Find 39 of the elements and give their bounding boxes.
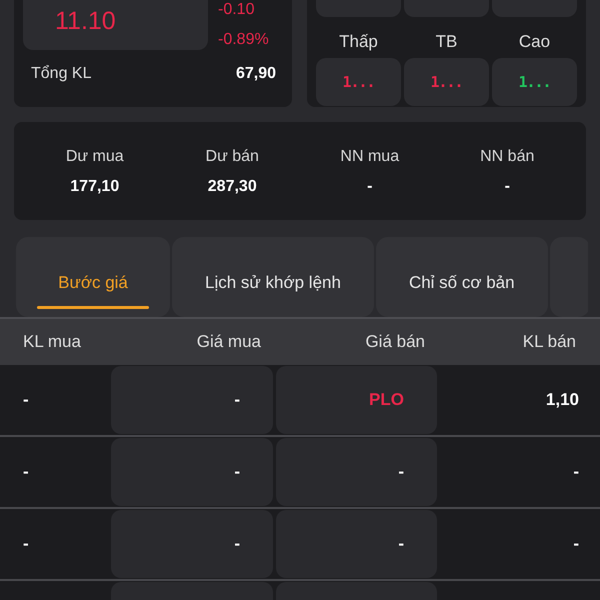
range-value: 1... bbox=[518, 73, 551, 91]
cell-value: - bbox=[234, 389, 240, 411]
column-header: KL mua bbox=[22, 331, 82, 353]
summary-value: - bbox=[504, 177, 510, 197]
last-price: 11.10 bbox=[55, 6, 116, 36]
cell-value: - bbox=[234, 461, 240, 483]
tab[interactable] bbox=[550, 237, 588, 317]
summary-value: - bbox=[367, 177, 372, 197]
tab[interactable]: Bước giá bbox=[16, 237, 170, 317]
cell-value: - bbox=[234, 533, 240, 555]
summary-value: 177,10 bbox=[70, 177, 120, 197]
summary-label: NN mua bbox=[340, 147, 400, 167]
cell-value: PLO bbox=[369, 389, 404, 411]
cell-value: - bbox=[23, 461, 29, 483]
cell-value: - bbox=[398, 533, 404, 555]
cell-value: - bbox=[573, 461, 579, 483]
summary-label: Dư bán bbox=[206, 147, 259, 167]
tab[interactable]: Lịch sử khớp lệnh bbox=[172, 237, 374, 317]
range-label: Thấp bbox=[338, 31, 379, 53]
price-change: -0.10 bbox=[218, 0, 256, 20]
column-header: Giá mua bbox=[196, 331, 262, 353]
column-header: KL bán bbox=[522, 331, 577, 353]
cell-value: - bbox=[23, 533, 29, 555]
summary-label: Dư mua bbox=[66, 147, 124, 167]
total-volume-label: Tổng KL bbox=[31, 64, 92, 84]
summary-label: NN bán bbox=[480, 147, 534, 167]
cell-value: - bbox=[398, 461, 404, 483]
range-value: 1... bbox=[342, 73, 375, 91]
total-volume-value: 67,90 bbox=[236, 64, 276, 84]
column-header: Giá bán bbox=[364, 331, 426, 353]
range-value: 1... bbox=[430, 73, 463, 91]
cell-value: 1,10 bbox=[546, 389, 579, 411]
range-label: TB bbox=[434, 31, 458, 53]
range-label: Cao bbox=[518, 31, 552, 53]
cell-value: - bbox=[573, 533, 579, 555]
tab[interactable]: Chỉ số cơ bản bbox=[376, 237, 548, 317]
price-change-percent: -0.89% bbox=[218, 30, 269, 50]
cell-value: - bbox=[23, 389, 29, 411]
summary-value: 287,30 bbox=[208, 177, 257, 197]
